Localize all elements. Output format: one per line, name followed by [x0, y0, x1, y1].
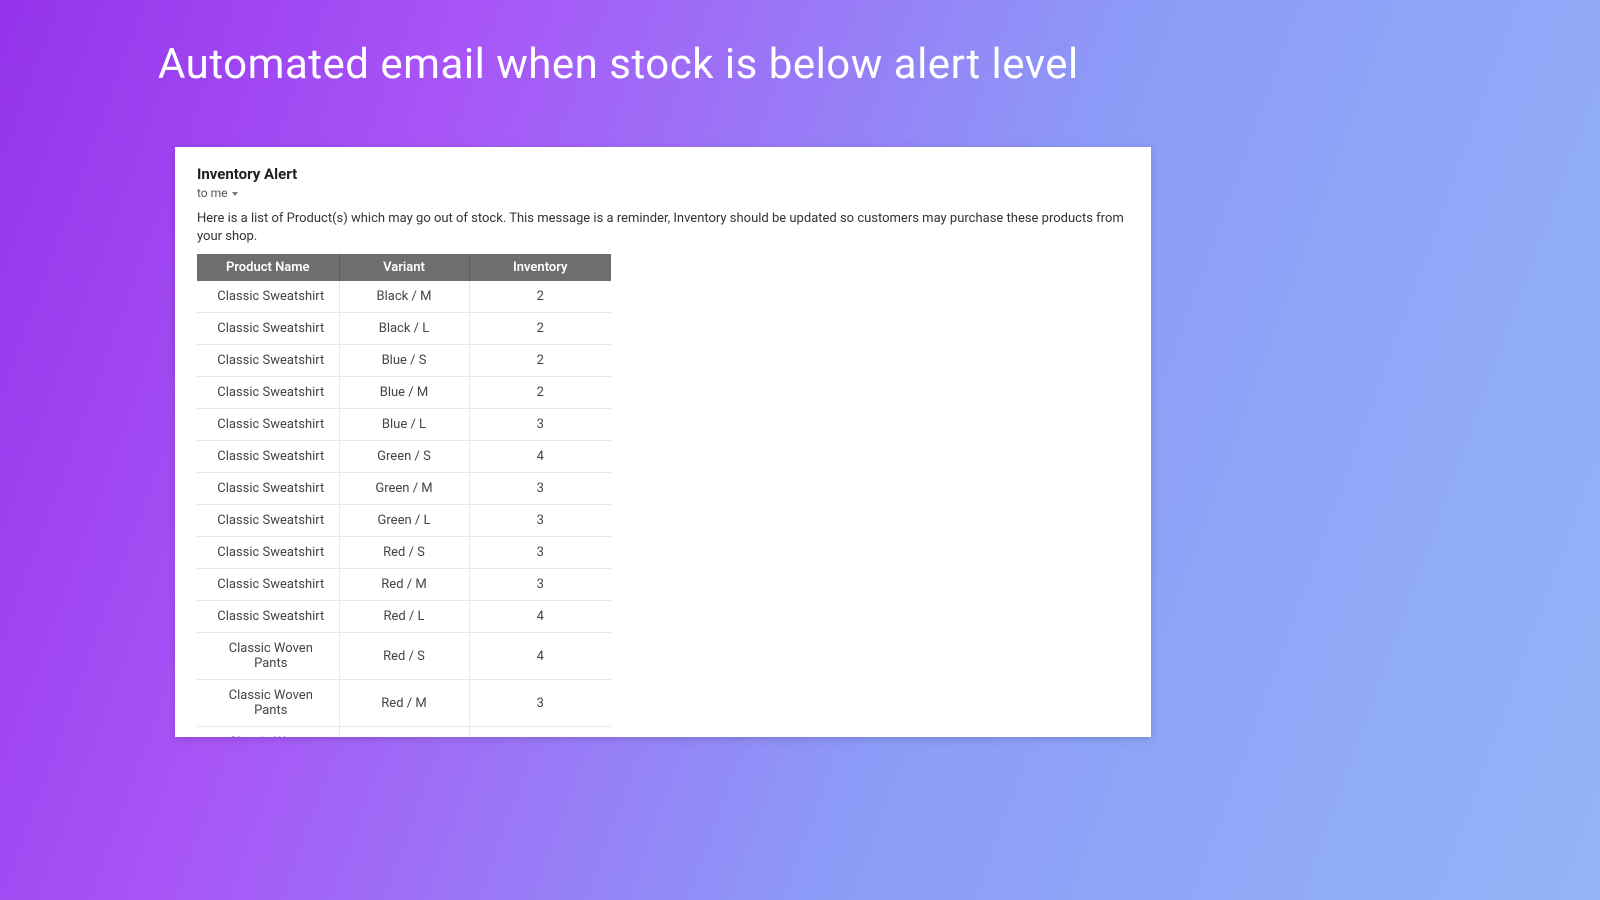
table-header-inventory: Inventory — [469, 254, 611, 281]
table-row: Classic SweatshirtBlue / M2 — [197, 377, 611, 409]
table-cell-product: Classic Sweatshirt — [197, 313, 339, 345]
table-row: Classic SweatshirtRed / L4 — [197, 601, 611, 633]
table-cell-variant: Green / L — [339, 505, 469, 537]
email-subject: Inventory Alert — [197, 165, 1129, 183]
table-cell-inventory: 4 — [469, 633, 611, 680]
table-cell-inventory: 3 — [469, 680, 611, 727]
table-header-row: Product Name Variant Inventory — [197, 254, 611, 281]
table-row: Classic SweatshirtGreen / L3 — [197, 505, 611, 537]
table-cell-product: Classic Sweatshirt — [197, 345, 339, 377]
table-cell-product: Classic Woven Pants — [197, 727, 339, 737]
table-cell-variant: Black / M — [339, 281, 469, 313]
page-title: Automated email when stock is below aler… — [0, 0, 1600, 89]
table-row: Classic Woven PantsRed / M3 — [197, 680, 611, 727]
table-cell-product: Classic Sweatshirt — [197, 601, 339, 633]
table-cell-product: Classic Sweatshirt — [197, 377, 339, 409]
table-cell-variant: Green / S — [339, 441, 469, 473]
table-cell-variant: Red / L — [339, 727, 469, 737]
table-cell-variant: Red / M — [339, 680, 469, 727]
table-cell-inventory: 2 — [469, 281, 611, 313]
table-cell-product: Classic Woven Pants — [197, 633, 339, 680]
table-cell-variant: Blue / S — [339, 345, 469, 377]
table-cell-product: Classic Sweatshirt — [197, 537, 339, 569]
table-row: Classic SweatshirtRed / S3 — [197, 537, 611, 569]
table-cell-variant: Red / M — [339, 569, 469, 601]
table-header-product: Product Name — [197, 254, 339, 281]
table-cell-inventory: 2 — [469, 313, 611, 345]
table-row: Classic SweatshirtBlue / L3 — [197, 409, 611, 441]
inventory-table: Product Name Variant Inventory Classic S… — [197, 254, 611, 737]
table-cell-variant: Green / M — [339, 473, 469, 505]
table-cell-inventory: 3 — [469, 409, 611, 441]
table-cell-variant: Red / L — [339, 601, 469, 633]
table-cell-inventory: 3 — [469, 537, 611, 569]
table-cell-variant: Blue / M — [339, 377, 469, 409]
table-cell-variant: Red / S — [339, 537, 469, 569]
table-row: Classic SweatshirtGreen / M3 — [197, 473, 611, 505]
chevron-down-icon — [232, 192, 238, 196]
table-cell-product: Classic Sweatshirt — [197, 281, 339, 313]
table-row: Classic SweatshirtRed / M3 — [197, 569, 611, 601]
table-row: Classic Woven PantsRed / L2 — [197, 727, 611, 737]
table-cell-inventory: 2 — [469, 727, 611, 737]
table-body: Classic SweatshirtBlack / M2Classic Swea… — [197, 281, 611, 737]
email-recipient-text: to me — [197, 186, 228, 200]
table-cell-product: Classic Woven Pants — [197, 680, 339, 727]
table-cell-variant: Red / S — [339, 633, 469, 680]
table-cell-variant: Blue / L — [339, 409, 469, 441]
table-cell-inventory: 2 — [469, 377, 611, 409]
table-cell-inventory: 4 — [469, 601, 611, 633]
table-cell-inventory: 3 — [469, 569, 611, 601]
table-cell-product: Classic Sweatshirt — [197, 569, 339, 601]
table-row: Classic Woven PantsRed / S4 — [197, 633, 611, 680]
email-body-text: Here is a list of Product(s) which may g… — [197, 210, 1129, 246]
table-cell-product: Classic Sweatshirt — [197, 409, 339, 441]
table-row: Classic SweatshirtBlack / M2 — [197, 281, 611, 313]
table-row: Classic SweatshirtBlue / S2 — [197, 345, 611, 377]
table-cell-product: Classic Sweatshirt — [197, 505, 339, 537]
table-row: Classic SweatshirtGreen / S4 — [197, 441, 611, 473]
table-cell-product: Classic Sweatshirt — [197, 441, 339, 473]
table-header-variant: Variant — [339, 254, 469, 281]
email-panel: Inventory Alert to me Here is a list of … — [175, 147, 1151, 737]
table-cell-inventory: 2 — [469, 345, 611, 377]
table-row: Classic SweatshirtBlack / L2 — [197, 313, 611, 345]
table-cell-inventory: 3 — [469, 473, 611, 505]
table-cell-inventory: 3 — [469, 505, 611, 537]
table-cell-inventory: 4 — [469, 441, 611, 473]
table-cell-variant: Black / L — [339, 313, 469, 345]
email-recipient-row[interactable]: to me — [197, 186, 1129, 200]
table-cell-product: Classic Sweatshirt — [197, 473, 339, 505]
